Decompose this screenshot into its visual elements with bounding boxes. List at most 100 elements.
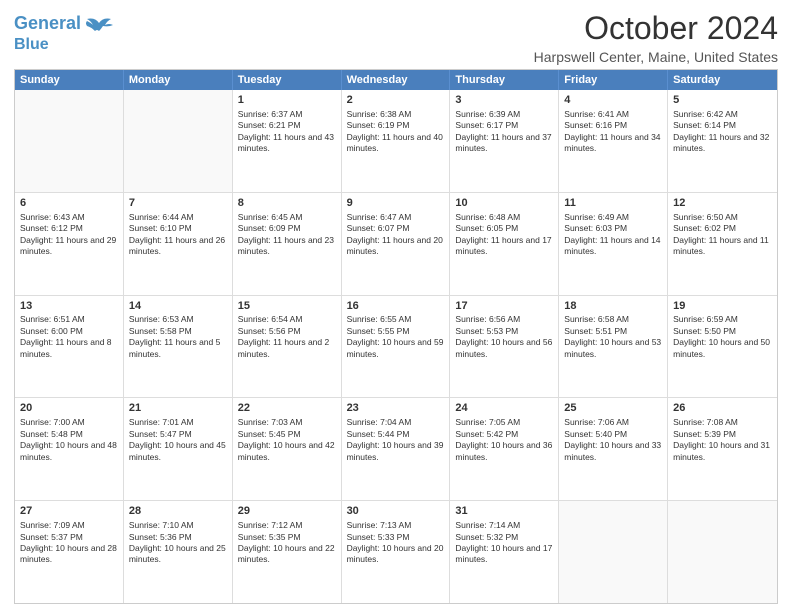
header-sunday: Sunday <box>15 70 124 90</box>
day-number: 18 <box>564 299 662 314</box>
cell-details: Sunrise: 6:48 AM Sunset: 6:05 PM Dayligh… <box>455 212 553 258</box>
table-row: 22Sunrise: 7:03 AM Sunset: 5:45 PM Dayli… <box>233 398 342 500</box>
cell-details: Sunrise: 6:42 AM Sunset: 6:14 PM Dayligh… <box>673 109 772 155</box>
day-number: 20 <box>20 401 118 416</box>
day-number: 27 <box>20 504 118 519</box>
table-row: 13Sunrise: 6:51 AM Sunset: 6:00 PM Dayli… <box>15 296 124 398</box>
header-monday: Monday <box>124 70 233 90</box>
cell-details: Sunrise: 6:44 AM Sunset: 6:10 PM Dayligh… <box>129 212 227 258</box>
header-saturday: Saturday <box>668 70 777 90</box>
cell-details: Sunrise: 6:37 AM Sunset: 6:21 PM Dayligh… <box>238 109 336 155</box>
table-row: 28Sunrise: 7:10 AM Sunset: 5:36 PM Dayli… <box>124 501 233 603</box>
cell-details: Sunrise: 7:03 AM Sunset: 5:45 PM Dayligh… <box>238 417 336 463</box>
day-number: 4 <box>564 93 662 108</box>
table-row: 7Sunrise: 6:44 AM Sunset: 6:10 PM Daylig… <box>124 193 233 295</box>
day-number: 15 <box>238 299 336 314</box>
cell-details: Sunrise: 6:51 AM Sunset: 6:00 PM Dayligh… <box>20 314 118 360</box>
cell-details: Sunrise: 7:05 AM Sunset: 5:42 PM Dayligh… <box>455 417 553 463</box>
table-row: 23Sunrise: 7:04 AM Sunset: 5:44 PM Dayli… <box>342 398 451 500</box>
table-row <box>15 90 124 192</box>
cell-details: Sunrise: 6:54 AM Sunset: 5:56 PM Dayligh… <box>238 314 336 360</box>
day-number: 6 <box>20 196 118 211</box>
cell-details: Sunrise: 6:50 AM Sunset: 6:02 PM Dayligh… <box>673 212 772 258</box>
table-row: 5Sunrise: 6:42 AM Sunset: 6:14 PM Daylig… <box>668 90 777 192</box>
cell-details: Sunrise: 6:41 AM Sunset: 6:16 PM Dayligh… <box>564 109 662 155</box>
table-row: 29Sunrise: 7:12 AM Sunset: 5:35 PM Dayli… <box>233 501 342 603</box>
cell-details: Sunrise: 6:39 AM Sunset: 6:17 PM Dayligh… <box>455 109 553 155</box>
day-number: 19 <box>673 299 772 314</box>
table-row: 15Sunrise: 6:54 AM Sunset: 5:56 PM Dayli… <box>233 296 342 398</box>
week-row-4: 20Sunrise: 7:00 AM Sunset: 5:48 PM Dayli… <box>15 397 777 500</box>
table-row: 31Sunrise: 7:14 AM Sunset: 5:32 PM Dayli… <box>450 501 559 603</box>
cell-details: Sunrise: 6:56 AM Sunset: 5:53 PM Dayligh… <box>455 314 553 360</box>
cell-details: Sunrise: 7:04 AM Sunset: 5:44 PM Dayligh… <box>347 417 445 463</box>
table-row: 2Sunrise: 6:38 AM Sunset: 6:19 PM Daylig… <box>342 90 451 192</box>
logo-general: General <box>14 13 81 33</box>
table-row <box>559 501 668 603</box>
cell-details: Sunrise: 6:49 AM Sunset: 6:03 PM Dayligh… <box>564 212 662 258</box>
calendar-body: 1Sunrise: 6:37 AM Sunset: 6:21 PM Daylig… <box>15 90 777 603</box>
cell-details: Sunrise: 7:01 AM Sunset: 5:47 PM Dayligh… <box>129 417 227 463</box>
cell-details: Sunrise: 6:43 AM Sunset: 6:12 PM Dayligh… <box>20 212 118 258</box>
day-number: 22 <box>238 401 336 416</box>
table-row: 8Sunrise: 6:45 AM Sunset: 6:09 PM Daylig… <box>233 193 342 295</box>
week-row-3: 13Sunrise: 6:51 AM Sunset: 6:00 PM Dayli… <box>15 295 777 398</box>
table-row: 4Sunrise: 6:41 AM Sunset: 6:16 PM Daylig… <box>559 90 668 192</box>
cell-details: Sunrise: 7:10 AM Sunset: 5:36 PM Dayligh… <box>129 520 227 566</box>
page: General Blue October 2024 Harpswell Cent… <box>0 0 792 612</box>
title-block: October 2024 Harpswell Center, Maine, Un… <box>534 10 778 65</box>
day-number: 29 <box>238 504 336 519</box>
table-row <box>124 90 233 192</box>
subtitle: Harpswell Center, Maine, United States <box>534 49 778 65</box>
table-row: 16Sunrise: 6:55 AM Sunset: 5:55 PM Dayli… <box>342 296 451 398</box>
table-row: 3Sunrise: 6:39 AM Sunset: 6:17 PM Daylig… <box>450 90 559 192</box>
table-row: 10Sunrise: 6:48 AM Sunset: 6:05 PM Dayli… <box>450 193 559 295</box>
week-row-1: 1Sunrise: 6:37 AM Sunset: 6:21 PM Daylig… <box>15 90 777 192</box>
table-row: 30Sunrise: 7:13 AM Sunset: 5:33 PM Dayli… <box>342 501 451 603</box>
header-friday: Friday <box>559 70 668 90</box>
cell-details: Sunrise: 6:59 AM Sunset: 5:50 PM Dayligh… <box>673 314 772 360</box>
cell-details: Sunrise: 7:13 AM Sunset: 5:33 PM Dayligh… <box>347 520 445 566</box>
day-number: 5 <box>673 93 772 108</box>
day-number: 16 <box>347 299 445 314</box>
table-row: 18Sunrise: 6:58 AM Sunset: 5:51 PM Dayli… <box>559 296 668 398</box>
day-number: 10 <box>455 196 553 211</box>
table-row: 11Sunrise: 6:49 AM Sunset: 6:03 PM Dayli… <box>559 193 668 295</box>
day-number: 8 <box>238 196 336 211</box>
header: General Blue October 2024 Harpswell Cent… <box>14 10 778 65</box>
table-row: 19Sunrise: 6:59 AM Sunset: 5:50 PM Dayli… <box>668 296 777 398</box>
cell-details: Sunrise: 7:14 AM Sunset: 5:32 PM Dayligh… <box>455 520 553 566</box>
day-number: 21 <box>129 401 227 416</box>
day-number: 7 <box>129 196 227 211</box>
table-row: 21Sunrise: 7:01 AM Sunset: 5:47 PM Dayli… <box>124 398 233 500</box>
cell-details: Sunrise: 7:08 AM Sunset: 5:39 PM Dayligh… <box>673 417 772 463</box>
logo: General Blue <box>14 10 115 54</box>
day-number: 26 <box>673 401 772 416</box>
cell-details: Sunrise: 6:38 AM Sunset: 6:19 PM Dayligh… <box>347 109 445 155</box>
calendar: Sunday Monday Tuesday Wednesday Thursday… <box>14 69 778 604</box>
day-number: 13 <box>20 299 118 314</box>
day-number: 12 <box>673 196 772 211</box>
week-row-5: 27Sunrise: 7:09 AM Sunset: 5:37 PM Dayli… <box>15 500 777 603</box>
table-row <box>668 501 777 603</box>
header-wednesday: Wednesday <box>342 70 451 90</box>
day-number: 23 <box>347 401 445 416</box>
week-row-2: 6Sunrise: 6:43 AM Sunset: 6:12 PM Daylig… <box>15 192 777 295</box>
day-number: 14 <box>129 299 227 314</box>
cell-details: Sunrise: 6:55 AM Sunset: 5:55 PM Dayligh… <box>347 314 445 360</box>
table-row: 14Sunrise: 6:53 AM Sunset: 5:58 PM Dayli… <box>124 296 233 398</box>
main-title: October 2024 <box>534 10 778 47</box>
cell-details: Sunrise: 7:00 AM Sunset: 5:48 PM Dayligh… <box>20 417 118 463</box>
cell-details: Sunrise: 6:47 AM Sunset: 6:07 PM Dayligh… <box>347 212 445 258</box>
day-number: 2 <box>347 93 445 108</box>
table-row: 20Sunrise: 7:00 AM Sunset: 5:48 PM Dayli… <box>15 398 124 500</box>
day-number: 3 <box>455 93 553 108</box>
cell-details: Sunrise: 7:12 AM Sunset: 5:35 PM Dayligh… <box>238 520 336 566</box>
logo-text: General Blue <box>14 14 81 54</box>
day-number: 30 <box>347 504 445 519</box>
calendar-header: Sunday Monday Tuesday Wednesday Thursday… <box>15 70 777 90</box>
day-number: 25 <box>564 401 662 416</box>
table-row: 26Sunrise: 7:08 AM Sunset: 5:39 PM Dayli… <box>668 398 777 500</box>
table-row: 25Sunrise: 7:06 AM Sunset: 5:40 PM Dayli… <box>559 398 668 500</box>
cell-details: Sunrise: 6:53 AM Sunset: 5:58 PM Dayligh… <box>129 314 227 360</box>
